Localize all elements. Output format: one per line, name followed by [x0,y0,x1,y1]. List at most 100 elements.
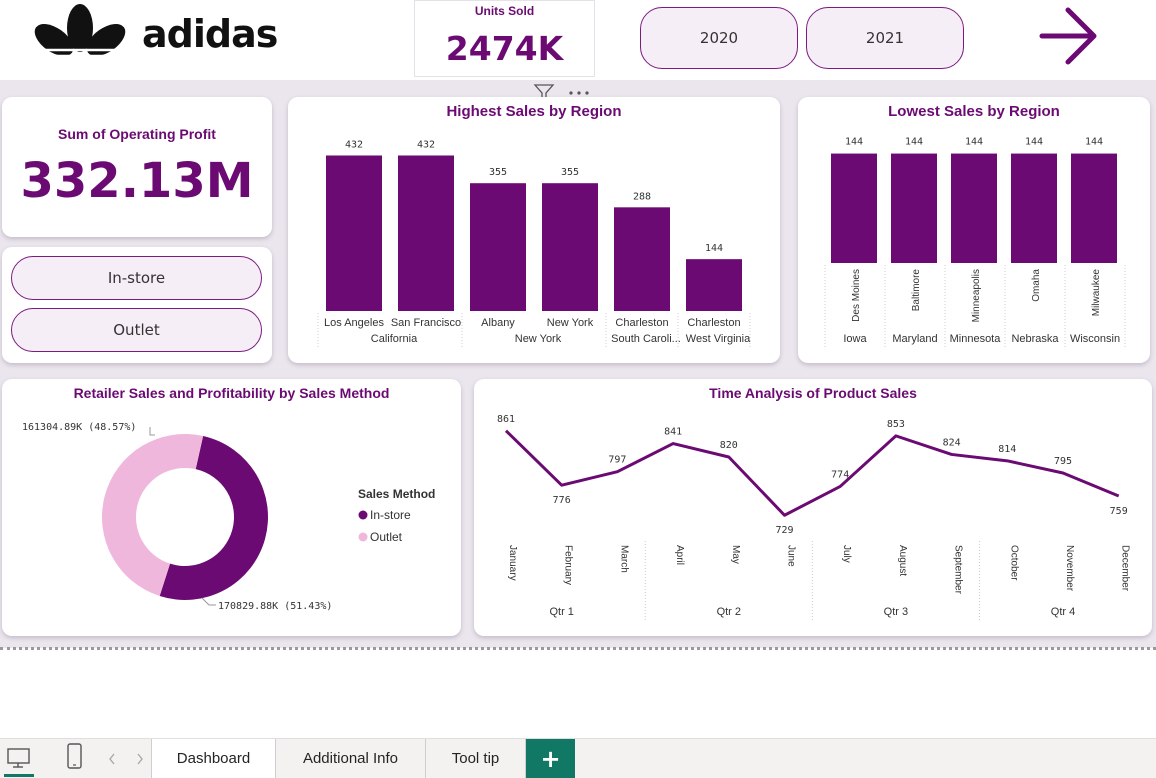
data-label: 144 [1025,137,1043,148]
data-label: 861 [497,414,515,425]
units-sold-value: 2474K [445,29,564,68]
data-label: 820 [720,440,738,451]
leader-line [201,597,216,606]
outlet-button[interactable]: Outlet [11,308,262,352]
x-tick-label: May [730,545,741,564]
sales-method-slicer: In-store Outlet [2,247,272,363]
data-label: 288 [633,191,651,202]
x-group-label: West Virginia [686,333,751,345]
year-2020-button[interactable]: 2020 [640,7,798,69]
bar [1071,153,1117,263]
slice-data-label: 161304.89K (48.57%) [22,422,136,433]
page-boundary-divider [0,647,1156,650]
x-tick-label: August [897,545,908,576]
lowest-sales-card: Lowest Sales by Region 144 Des Moines Iowa… [798,97,1150,363]
x-tick-label: December [1120,545,1131,592]
bar [542,183,598,311]
units-sold-card: Units Sold 2474K [414,0,595,77]
x-tick-label: Charleston [687,317,740,329]
bar [891,153,937,263]
bar [951,153,997,263]
data-label: 144 [845,137,863,148]
x-group-label: Qtr 2 [717,606,741,618]
legend-label: Outlet [370,530,403,544]
tab-tool-tip[interactable]: Tool tip [426,739,526,778]
x-tick-label: Omaha [1031,269,1042,302]
x-tick-label: Albany [481,317,515,329]
add-page-button[interactable]: + [526,739,575,778]
tab-additional-info[interactable]: Additional Info [276,739,426,778]
x-group-label: Nebraska [1011,333,1059,345]
units-sold-label: Units Sold [474,4,535,18]
data-label: 824 [943,437,961,448]
data-label: 841 [664,427,682,438]
trefoil-icon [30,4,130,70]
data-label: 432 [417,139,435,150]
data-label: 759 [1110,506,1128,517]
x-group-label: Iowa [843,333,867,345]
x-tick-label: New York [547,317,594,329]
x-tick-label: November [1064,545,1075,592]
data-label: 774 [831,469,849,480]
x-group-label: Wisconsin [1070,333,1120,345]
highest-sales-chart: 432 Los Angeles 432 San Francisco 355 Albany 3… [317,139,751,349]
x-group-label: Qtr 3 [884,606,908,618]
x-tick-label: Los Angeles [324,317,384,329]
data-label: 776 [553,495,571,506]
x-group-label: Qtr 4 [1051,606,1075,618]
x-tick-label: Des Moines [851,269,862,322]
x-tick-label: January [507,545,518,581]
x-tick-label: June [786,545,797,567]
bar [398,155,454,311]
bar [470,183,526,311]
leader-line [149,427,155,436]
x-tick-label: October [1008,545,1019,581]
in-store-button[interactable]: In-store [11,256,262,300]
data-label: 144 [705,243,723,254]
x-group-label: California [371,333,418,345]
lowest-sales-chart: 144 Des Moines Iowa 144 Baltimore Maryland 144… [824,137,1126,349]
legend-title: Sales Method [358,487,435,501]
x-tick-label: Baltimore [911,269,922,312]
data-label: 144 [1085,137,1103,148]
x-group-label: Maryland [892,333,937,345]
x-tick-label: Milwaukee [1091,269,1102,317]
desktop-view-icon[interactable] [0,739,36,777]
chevron-right-icon[interactable] [133,739,147,777]
data-label: 795 [1054,456,1072,467]
legend-label: In-store [370,508,411,522]
donut-chart: 170829.88K (51.43%) 161304.89K (48.57%) Sa… [22,422,435,612]
year-2021-button[interactable]: 2021 [806,7,964,69]
data-label: 144 [965,137,983,148]
data-label: 432 [345,139,363,150]
bar [326,155,382,311]
data-label: 797 [608,455,626,466]
highest-sales-card: Highest Sales by Region 432 Los Angeles 43… [288,97,780,363]
x-tick-label: Minneapolis [971,269,982,322]
bar [686,259,742,311]
x-tick-label: San Francisco [391,317,461,329]
mobile-view-icon[interactable] [60,739,90,777]
data-label: 814 [998,444,1016,455]
x-tick-label: July [841,545,852,563]
data-label: 355 [489,167,507,178]
tab-dashboard[interactable]: Dashboard [152,739,276,778]
operating-profit-card: Sum of Operating Profit 332.13M [2,97,272,237]
data-label: 729 [775,525,793,536]
chevron-left-icon[interactable] [105,739,119,777]
bar [614,207,670,311]
page-tab-bar: Dashboard Additional Info Tool tip + [0,738,1156,778]
x-tick-label: February [563,545,574,585]
x-group-label: Qtr 1 [549,606,573,618]
x-tick-label: September [953,545,964,595]
data-label: 853 [887,419,905,430]
legend-marker [358,510,368,520]
time-analysis-card: Time Analysis of Product Sales 861 Januar… [474,379,1152,636]
arrow-right-icon[interactable] [1036,4,1100,68]
sales-method-donut-card: Retailer Sales and Profitability by Sale… [2,379,461,636]
x-group-label: South Caroli... [611,333,681,345]
time-analysis-chart: 861 January 776 February 797 March 841 April 820… [497,414,1131,621]
adidas-logo: adidas [30,4,290,70]
operating-profit-label: Sum of Operating Profit [58,126,216,142]
legend-marker [358,532,368,542]
